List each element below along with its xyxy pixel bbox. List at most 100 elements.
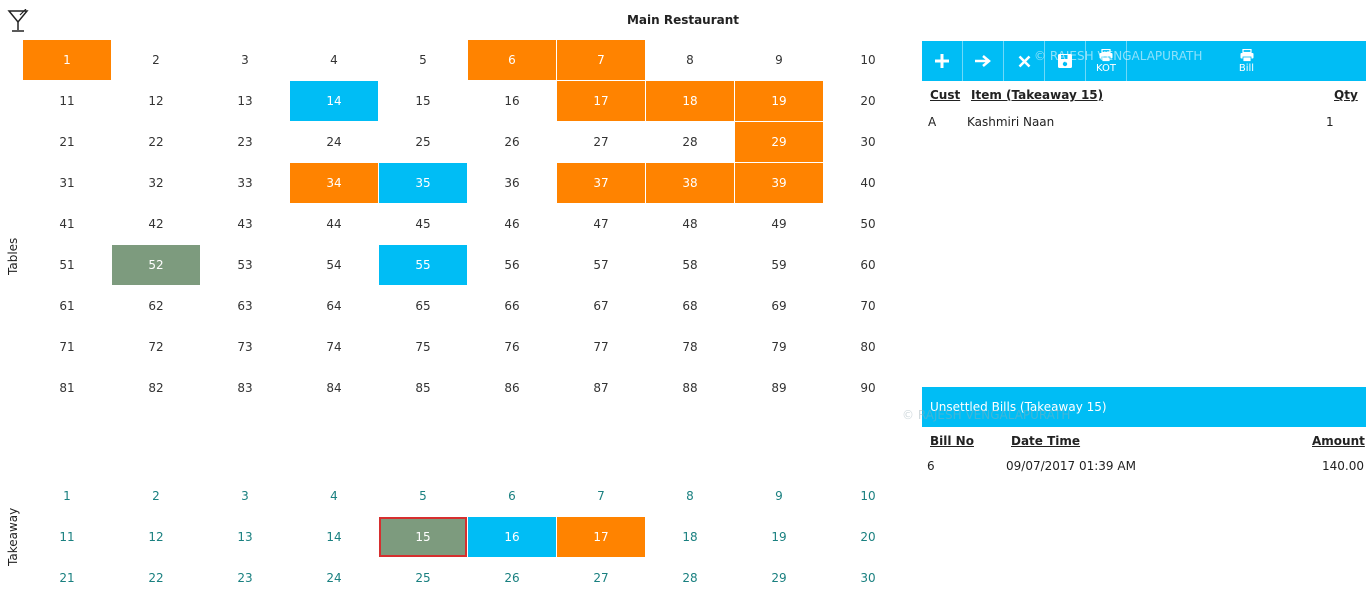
bill-row-amount[interactable]: 140.00 <box>1322 459 1364 473</box>
table-cell-47[interactable]: 47 <box>557 204 645 244</box>
table-cell-19[interactable]: 19 <box>735 81 823 121</box>
table-cell-29[interactable]: 29 <box>735 122 823 162</box>
takeaway-cell-11[interactable]: 11 <box>23 517 111 557</box>
table-cell-31[interactable]: 31 <box>23 163 111 203</box>
bill-row-no[interactable]: 6 <box>927 459 935 473</box>
takeaway-cell-15[interactable]: 15 <box>379 517 467 557</box>
table-cell-30[interactable]: 30 <box>824 122 912 162</box>
table-cell-5[interactable]: 5 <box>379 40 467 80</box>
table-cell-77[interactable]: 77 <box>557 327 645 367</box>
table-cell-70[interactable]: 70 <box>824 286 912 326</box>
table-cell-44[interactable]: 44 <box>290 204 378 244</box>
takeaway-cell-12[interactable]: 12 <box>112 517 200 557</box>
table-cell-62[interactable]: 62 <box>112 286 200 326</box>
takeaway-cell-29[interactable]: 29 <box>735 558 823 598</box>
takeaway-cell-22[interactable]: 22 <box>112 558 200 598</box>
table-cell-3[interactable]: 3 <box>201 40 289 80</box>
table-cell-8[interactable]: 8 <box>646 40 734 80</box>
takeaway-cell-25[interactable]: 25 <box>379 558 467 598</box>
order-row-cust[interactable]: A <box>928 115 936 129</box>
table-cell-75[interactable]: 75 <box>379 327 467 367</box>
table-cell-46[interactable]: 46 <box>468 204 556 244</box>
table-cell-57[interactable]: 57 <box>557 245 645 285</box>
table-cell-1[interactable]: 1 <box>23 40 111 80</box>
takeaway-cell-18[interactable]: 18 <box>646 517 734 557</box>
table-cell-6[interactable]: 6 <box>468 40 556 80</box>
table-cell-38[interactable]: 38 <box>646 163 734 203</box>
table-cell-23[interactable]: 23 <box>201 122 289 162</box>
table-cell-52[interactable]: 52 <box>112 245 200 285</box>
takeaway-cell-14[interactable]: 14 <box>290 517 378 557</box>
table-cell-59[interactable]: 59 <box>735 245 823 285</box>
table-cell-32[interactable]: 32 <box>112 163 200 203</box>
table-cell-81[interactable]: 81 <box>23 368 111 408</box>
table-cell-71[interactable]: 71 <box>23 327 111 367</box>
takeaway-cell-20[interactable]: 20 <box>824 517 912 557</box>
table-cell-21[interactable]: 21 <box>23 122 111 162</box>
table-cell-37[interactable]: 37 <box>557 163 645 203</box>
takeaway-cell-16[interactable]: 16 <box>468 517 556 557</box>
table-cell-58[interactable]: 58 <box>646 245 734 285</box>
table-cell-72[interactable]: 72 <box>112 327 200 367</box>
table-cell-22[interactable]: 22 <box>112 122 200 162</box>
move-button[interactable] <box>963 41 1004 81</box>
table-cell-80[interactable]: 80 <box>824 327 912 367</box>
table-cell-4[interactable]: 4 <box>290 40 378 80</box>
takeaway-cell-23[interactable]: 23 <box>201 558 289 598</box>
table-cell-40[interactable]: 40 <box>824 163 912 203</box>
table-cell-87[interactable]: 87 <box>557 368 645 408</box>
table-cell-65[interactable]: 65 <box>379 286 467 326</box>
table-cell-69[interactable]: 69 <box>735 286 823 326</box>
table-cell-50[interactable]: 50 <box>824 204 912 244</box>
takeaway-cell-30[interactable]: 30 <box>824 558 912 598</box>
table-cell-39[interactable]: 39 <box>735 163 823 203</box>
order-row-qty[interactable]: 1 <box>1326 115 1334 129</box>
table-cell-48[interactable]: 48 <box>646 204 734 244</box>
table-cell-61[interactable]: 61 <box>23 286 111 326</box>
table-cell-9[interactable]: 9 <box>735 40 823 80</box>
table-cell-43[interactable]: 43 <box>201 204 289 244</box>
takeaway-cell-17[interactable]: 17 <box>557 517 645 557</box>
takeaway-cell-19[interactable]: 19 <box>735 517 823 557</box>
takeaway-cell-13[interactable]: 13 <box>201 517 289 557</box>
table-cell-56[interactable]: 56 <box>468 245 556 285</box>
table-cell-74[interactable]: 74 <box>290 327 378 367</box>
table-cell-25[interactable]: 25 <box>379 122 467 162</box>
table-cell-53[interactable]: 53 <box>201 245 289 285</box>
table-cell-10[interactable]: 10 <box>824 40 912 80</box>
takeaway-cell-27[interactable]: 27 <box>557 558 645 598</box>
table-cell-42[interactable]: 42 <box>112 204 200 244</box>
table-cell-2[interactable]: 2 <box>112 40 200 80</box>
table-cell-51[interactable]: 51 <box>23 245 111 285</box>
table-cell-55[interactable]: 55 <box>379 245 467 285</box>
takeaway-cell-8[interactable]: 8 <box>646 476 734 516</box>
table-cell-17[interactable]: 17 <box>557 81 645 121</box>
table-cell-82[interactable]: 82 <box>112 368 200 408</box>
table-cell-27[interactable]: 27 <box>557 122 645 162</box>
table-cell-18[interactable]: 18 <box>646 81 734 121</box>
table-cell-7[interactable]: 7 <box>557 40 645 80</box>
table-cell-33[interactable]: 33 <box>201 163 289 203</box>
takeaway-cell-26[interactable]: 26 <box>468 558 556 598</box>
table-cell-78[interactable]: 78 <box>646 327 734 367</box>
takeaway-cell-7[interactable]: 7 <box>557 476 645 516</box>
table-cell-26[interactable]: 26 <box>468 122 556 162</box>
table-cell-24[interactable]: 24 <box>290 122 378 162</box>
table-cell-86[interactable]: 86 <box>468 368 556 408</box>
takeaway-cell-6[interactable]: 6 <box>468 476 556 516</box>
table-cell-20[interactable]: 20 <box>824 81 912 121</box>
takeaway-cell-3[interactable]: 3 <box>201 476 289 516</box>
table-cell-15[interactable]: 15 <box>379 81 467 121</box>
takeaway-cell-9[interactable]: 9 <box>735 476 823 516</box>
table-cell-45[interactable]: 45 <box>379 204 467 244</box>
takeaway-cell-1[interactable]: 1 <box>23 476 111 516</box>
table-cell-12[interactable]: 12 <box>112 81 200 121</box>
table-cell-13[interactable]: 13 <box>201 81 289 121</box>
takeaway-cell-24[interactable]: 24 <box>290 558 378 598</box>
table-cell-49[interactable]: 49 <box>735 204 823 244</box>
table-cell-79[interactable]: 79 <box>735 327 823 367</box>
table-cell-28[interactable]: 28 <box>646 122 734 162</box>
table-cell-16[interactable]: 16 <box>468 81 556 121</box>
table-cell-67[interactable]: 67 <box>557 286 645 326</box>
add-button[interactable] <box>922 41 963 81</box>
